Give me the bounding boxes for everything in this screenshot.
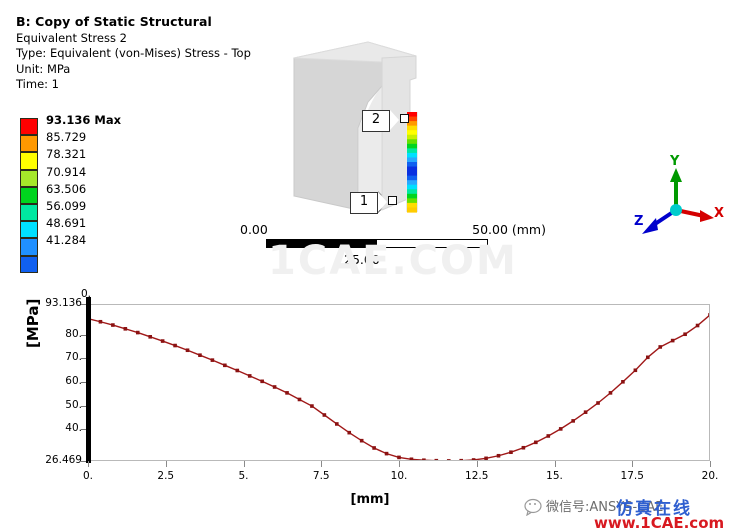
legend-color-swatch: [20, 203, 38, 222]
chart-y-tick-label: 70.: [65, 351, 82, 364]
chart-x-tick-label: 5.: [238, 470, 249, 482]
chart-x-tick-mark: [165, 461, 167, 467]
axis-triad[interactable]: Y X Z: [634, 154, 725, 244]
axis-origin-sphere: [670, 204, 682, 216]
chart-x-tick-label: 0.: [82, 470, 94, 482]
legend-value-label: 85.729: [46, 130, 87, 145]
callout-1-marker: [388, 196, 397, 205]
legend-value-label: 41.284: [46, 233, 87, 248]
center-watermark: 1CAE.COM: [268, 238, 518, 284]
chart-x-tick-label: 2.5: [157, 470, 175, 482]
callout-1-label: 1: [350, 192, 378, 214]
chart-plot-area: [86, 304, 712, 463]
chart-y-tick-label: 26.469: [45, 454, 82, 466]
chart-y-tick-mark: [81, 304, 86, 305]
stress-path-strip: [407, 112, 417, 213]
website-text: www.1CAE.com: [594, 514, 725, 532]
legend-color-swatch: [20, 152, 38, 170]
legend-value-label: 93.136 Max: [46, 113, 122, 127]
wechat-icon: [524, 498, 542, 516]
scale-bar-min-label: 0.00: [240, 222, 268, 237]
axis-x-label: X: [714, 206, 725, 221]
legend-value-label: 48.691: [46, 216, 87, 231]
callout-2-marker: [400, 114, 409, 123]
legend-value-label: 56.099: [46, 198, 87, 213]
axis-y-arrow: [670, 168, 682, 210]
legend-color-swatch: [20, 238, 38, 256]
legend-color-swatch: [20, 255, 38, 273]
chart-y-tick-label: 80.: [65, 327, 82, 340]
legend-value-label: 70.914: [46, 164, 87, 179]
callout-2-label: 2: [362, 110, 390, 132]
chart-x-tick-mark: [399, 461, 400, 467]
axis-z-arrow: [642, 208, 678, 234]
chart-y-tick-mark: [81, 429, 86, 431]
chart-x-tick-mark: [243, 461, 245, 467]
legend-color-swatch: [20, 169, 38, 187]
chart-x-tick-mark: [554, 461, 556, 467]
axis-y-label: Y: [670, 154, 680, 169]
chart-x-tick-mark: [321, 461, 323, 467]
chart-y-tick-mark: [81, 382, 86, 384]
chart-y-tick-label: 93.136: [45, 297, 82, 309]
chart-top-gridline: [88, 304, 710, 305]
scale-bar-max-label: 50.00 (mm): [472, 222, 546, 237]
chart-y-tick-mark: [81, 334, 86, 336]
chart-x-tick-mark: [710, 461, 711, 467]
chart-x-tick-label: 10.: [390, 470, 408, 482]
chart-y-tick-label: 50.: [65, 398, 82, 411]
chart-x-tick-label: 20.: [701, 470, 719, 482]
chart-series-line: [86, 313, 712, 463]
chart-y-tick-label: 60.: [65, 375, 82, 388]
chart-y-axis-bar: [86, 297, 91, 463]
legend-color-swatch: [20, 118, 38, 136]
callout-1[interactable]: 1: [350, 191, 397, 214]
chart-x-tick-label: 12.5: [465, 470, 489, 482]
chart-y-tick-mark: [81, 358, 86, 360]
chart-x-tick-mark: [632, 461, 634, 467]
callout-2[interactable]: 2: [362, 109, 409, 132]
model-viewport[interactable]: 2 1: [250, 28, 480, 223]
chart-x-tick-label: 17.5: [620, 470, 644, 482]
legend-value-label: 63.506: [46, 181, 87, 196]
chart-x-tick-mark: [476, 461, 478, 467]
legend-color-swatch: [20, 221, 38, 239]
chart-y-tick-label: 40.: [65, 422, 82, 435]
chart-y-tick-mark: [81, 405, 86, 407]
legend-color-swatch: [20, 186, 38, 204]
chart-x-tick-label: 15.: [546, 470, 563, 482]
legend-value-label: 78.321: [46, 147, 87, 162]
chart-y-tick-mark: [81, 461, 86, 462]
legend-color-swatch: [20, 135, 38, 153]
chart-x-tick-label: 7.5: [312, 470, 330, 482]
axis-z-label: Z: [634, 214, 644, 229]
chart-right-border: [709, 304, 710, 461]
chart-x-tick-mark: [88, 461, 89, 467]
wechat-watermark: 微信号:ANSYS-CAE 仿真在线 www.1CAE.com: [524, 496, 736, 532]
